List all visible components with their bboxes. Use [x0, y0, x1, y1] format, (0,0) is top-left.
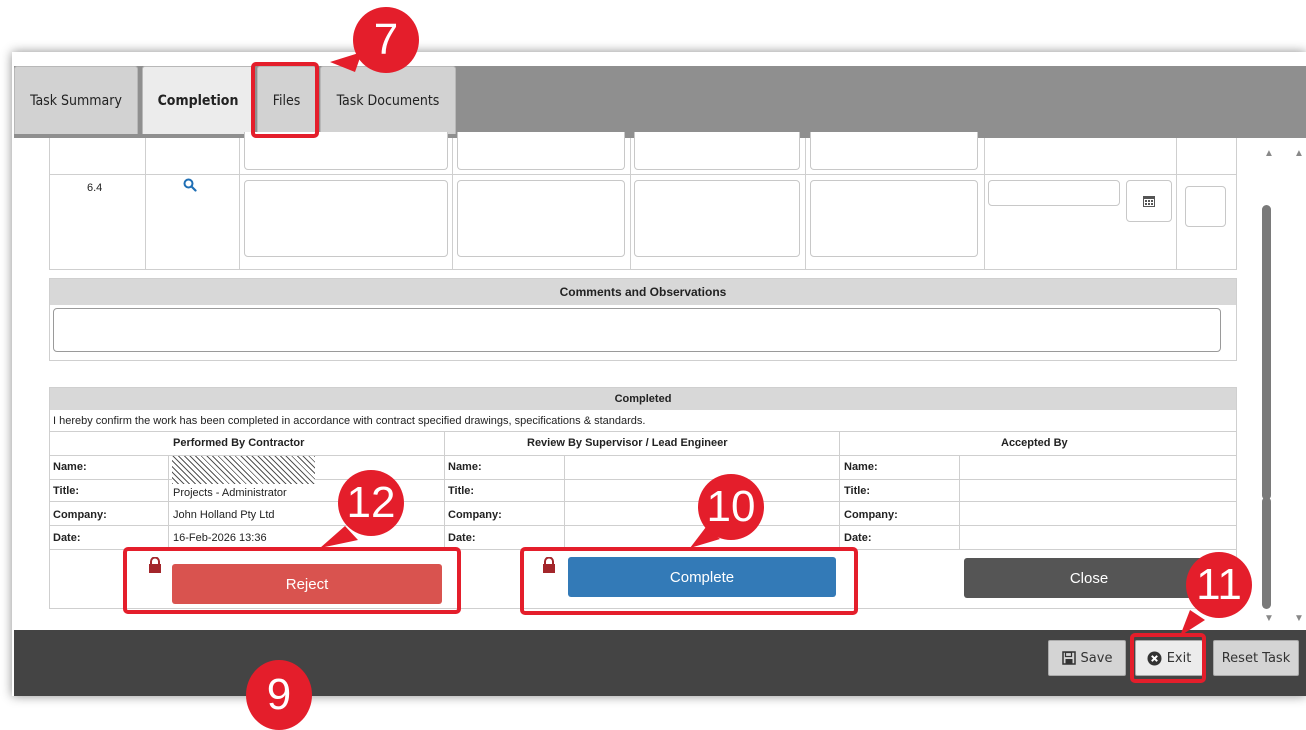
section-border: [839, 431, 840, 550]
reset-task-button[interactable]: Reset Task: [1213, 640, 1299, 676]
text-input[interactable]: [457, 132, 625, 170]
row-number: 6.4: [87, 182, 103, 194]
floppy-disk-icon: [1061, 651, 1076, 665]
comments-header: Comments and Observations: [49, 279, 1237, 305]
date-label: Date:: [844, 532, 872, 544]
section-border: [444, 431, 445, 550]
date-label: Date:: [448, 532, 476, 544]
callout-box-complete: [520, 547, 858, 615]
section-border: [49, 388, 50, 608]
date-label: Date:: [53, 532, 81, 544]
section-border: [49, 501, 1237, 502]
text-input[interactable]: [810, 132, 978, 170]
comments-textarea[interactable]: [53, 308, 1221, 352]
callout-badge-12: 12: [338, 470, 404, 536]
name-label: Name:: [53, 461, 87, 473]
grid-line: [49, 269, 1237, 270]
scrollbar-thumb[interactable]: [1262, 497, 1271, 609]
column-title-contractor: Performed By Contractor: [173, 437, 305, 449]
column-title-supervisor: Review By Supervisor / Lead Engineer: [527, 437, 728, 449]
grid-line: [984, 138, 985, 270]
callout-badge-9: 9: [246, 660, 312, 730]
section-border: [959, 455, 960, 550]
date-input[interactable]: [988, 180, 1120, 206]
title-label: Title:: [844, 485, 871, 497]
callout-box-reject: [123, 547, 461, 614]
grid-line: [49, 174, 1237, 175]
section-border: [49, 431, 1237, 432]
grid-line: [1176, 138, 1177, 270]
column-title-accepted: Accepted By: [1001, 437, 1068, 449]
search-icon[interactable]: [183, 178, 197, 192]
scroll-up-icon[interactable]: ▲: [1264, 148, 1274, 159]
text-area[interactable]: [810, 180, 978, 257]
section-border: [49, 360, 1237, 361]
company-label: Company:: [53, 509, 107, 521]
redacted-name: [172, 456, 315, 484]
tab-task-documents[interactable]: Task Documents: [320, 66, 456, 134]
section-border: [168, 455, 169, 550]
contractor-title: Projects - Administrator: [173, 487, 287, 499]
grid-line: [630, 138, 631, 270]
checkbox-field[interactable]: [1185, 186, 1226, 227]
calendar-icon: [1143, 196, 1155, 207]
completed-header: Completed: [49, 388, 1237, 410]
grid-line: [452, 138, 453, 270]
grid-line: [145, 138, 146, 270]
grid-line: [49, 138, 50, 270]
confirmation-text: I hereby confirm the work has been compl…: [53, 415, 646, 427]
calendar-button[interactable]: [1126, 180, 1172, 222]
callout-box-files: [251, 62, 319, 138]
name-label: Name:: [844, 461, 878, 473]
section-border: [564, 455, 565, 550]
save-button[interactable]: Save: [1048, 640, 1126, 676]
text-area[interactable]: [634, 180, 800, 257]
title-label: Title:: [53, 485, 80, 497]
callout-badge-10: 10: [698, 474, 764, 540]
name-label: Name:: [448, 461, 482, 473]
text-area[interactable]: [244, 180, 448, 257]
title-label: Title:: [448, 485, 475, 497]
callout-badge-11: 11: [1186, 552, 1252, 618]
callout-badge-7: 7: [353, 7, 419, 73]
outer-scroll-up-icon[interactable]: ▲: [1294, 148, 1304, 159]
grid-line: [1236, 138, 1237, 270]
contractor-company: John Holland Pty Ltd: [173, 509, 275, 521]
section-border: [49, 278, 50, 360]
save-label: Save: [1080, 650, 1113, 666]
company-label: Company:: [844, 509, 898, 521]
contractor-date: 16-Feb-2026 13:36: [173, 532, 267, 544]
tab-completion[interactable]: Completion: [142, 66, 254, 134]
close-button[interactable]: Close: [964, 558, 1214, 598]
tab-task-summary[interactable]: Task Summary: [14, 66, 138, 134]
text-input[interactable]: [634, 132, 800, 170]
scroll-down-icon[interactable]: ▼: [1264, 613, 1274, 624]
section-border: [1236, 278, 1237, 360]
grid-line: [239, 138, 240, 270]
scrollbar-thumb[interactable]: [1262, 205, 1271, 500]
outer-scroll-down-icon[interactable]: ▼: [1294, 613, 1304, 624]
text-area[interactable]: [457, 180, 625, 257]
company-label: Company:: [448, 509, 502, 521]
section-border: [49, 525, 1237, 526]
grid-line: [805, 138, 806, 270]
callout-box-exit: [1130, 633, 1206, 683]
